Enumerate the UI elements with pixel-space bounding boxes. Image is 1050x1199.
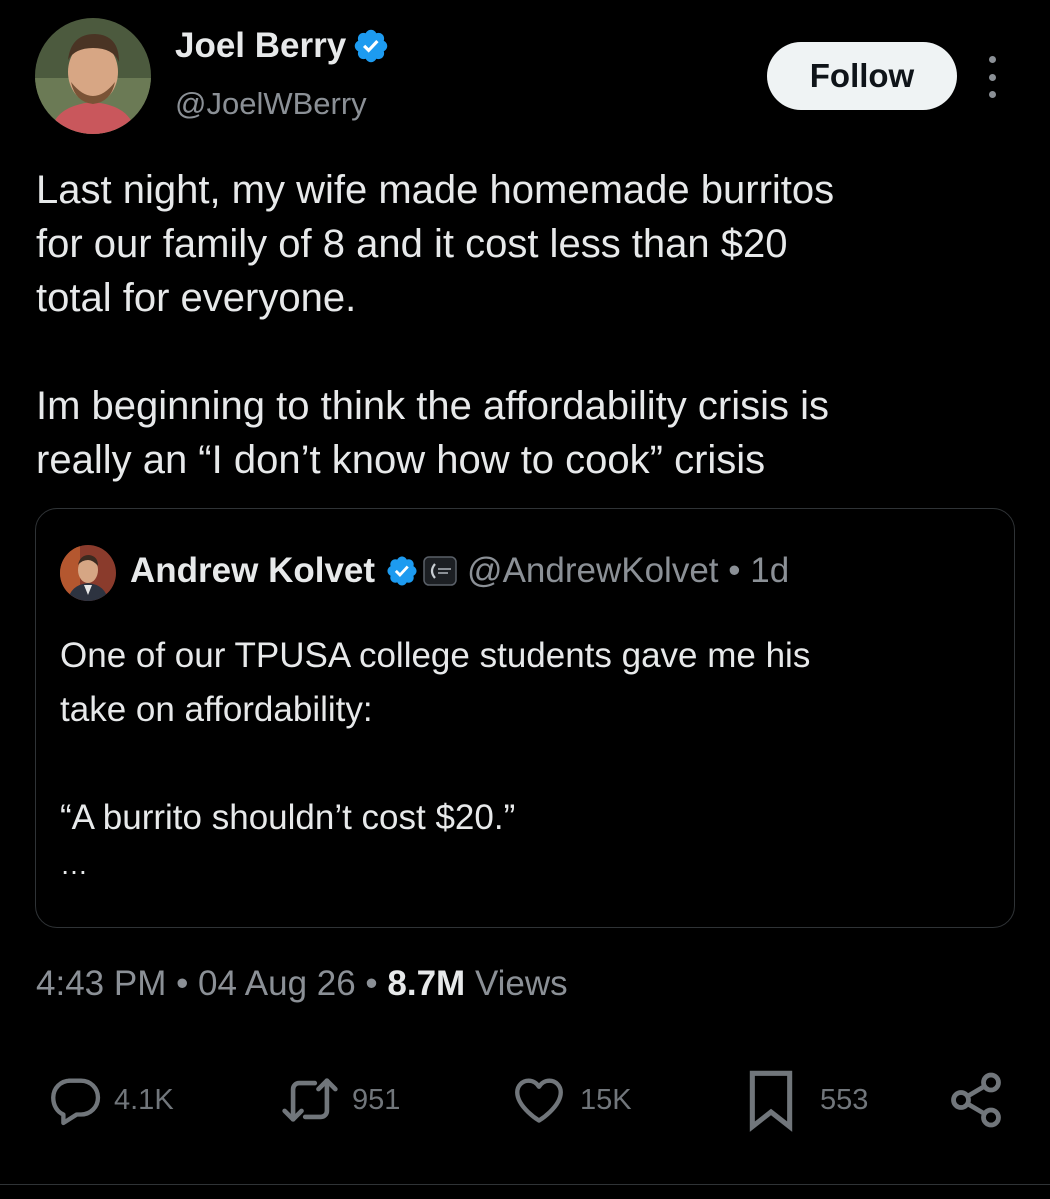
quoted-tweet[interactable]: Andrew Kolvet @AndrewKolvet • 1d One of … — [35, 508, 1015, 928]
share-button[interactable] — [946, 1060, 1006, 1140]
divider — [0, 1184, 1050, 1185]
quote-line: … — [60, 849, 88, 880]
tweet-text: Last night, my wife made homemade burrit… — [36, 163, 1026, 487]
author-name-text[interactable]: Joel Berry — [175, 26, 346, 66]
repost-button[interactable]: 951 — [278, 1060, 400, 1140]
bookmark-icon — [749, 1070, 793, 1132]
tweet-line: really an “I don’t know how to cook” cri… — [36, 438, 766, 482]
quote-handle-time[interactable]: @AndrewKolvet • 1d — [467, 551, 789, 591]
views-label: Views — [465, 964, 568, 1003]
reply-icon — [51, 1078, 101, 1126]
tweet-line: for our family of 8 and it cost less tha… — [36, 222, 788, 266]
repost-icon — [282, 1078, 338, 1122]
reply-button[interactable]: 4.1K — [46, 1060, 174, 1140]
verified-badge-icon — [354, 29, 388, 63]
reply-count: 4.1K — [114, 1083, 174, 1116]
tweet-line: total for everyone. — [36, 276, 357, 320]
like-button[interactable]: 15K — [508, 1060, 632, 1140]
timestamp[interactable]: 4:43 PM • 04 Aug 26 • — [36, 964, 387, 1003]
views-count: 8.7M — [387, 964, 466, 1003]
author-name[interactable]: Joel Berry — [175, 26, 390, 66]
quote-text: One of our TPUSA college students gave m… — [60, 629, 990, 885]
verified-badge-icon — [387, 556, 417, 586]
action-bar: 4.1K 951 15K 553 — [0, 1060, 1050, 1140]
quote-author-avatar[interactable] — [60, 545, 116, 601]
bookmark-button[interactable]: 553 — [744, 1060, 868, 1140]
follow-button[interactable]: Follow — [767, 42, 957, 110]
quote-line — [60, 737, 990, 791]
quote-author-name[interactable]: Andrew Kolvet — [130, 551, 375, 591]
author-handle[interactable]: @JoelWBerry — [175, 86, 367, 122]
author-avatar[interactable] — [35, 18, 151, 134]
heart-icon — [515, 1078, 563, 1123]
repost-count: 951 — [352, 1083, 401, 1116]
quote-line: One of our TPUSA college students gave m… — [60, 636, 811, 675]
quote-line: take on affordability: — [60, 690, 373, 729]
tweet-meta: 4:43 PM • 04 Aug 26 • 8.7M Views — [36, 964, 568, 1004]
tweet-line: Im beginning to think the affordability … — [36, 384, 829, 428]
more-options-icon[interactable] — [978, 56, 1006, 98]
share-icon — [951, 1072, 1001, 1128]
tweet-line: Last night, my wife made homemade burrit… — [36, 168, 835, 212]
like-count: 15K — [580, 1083, 632, 1116]
bookmark-count: 553 — [820, 1083, 869, 1116]
quote-line: “A burrito shouldn’t cost $20.” — [60, 798, 516, 837]
org-badge-icon — [423, 556, 457, 586]
quote-header: Andrew Kolvet @AndrewKolvet • 1d — [130, 551, 789, 591]
tweet-line — [36, 325, 1026, 379]
